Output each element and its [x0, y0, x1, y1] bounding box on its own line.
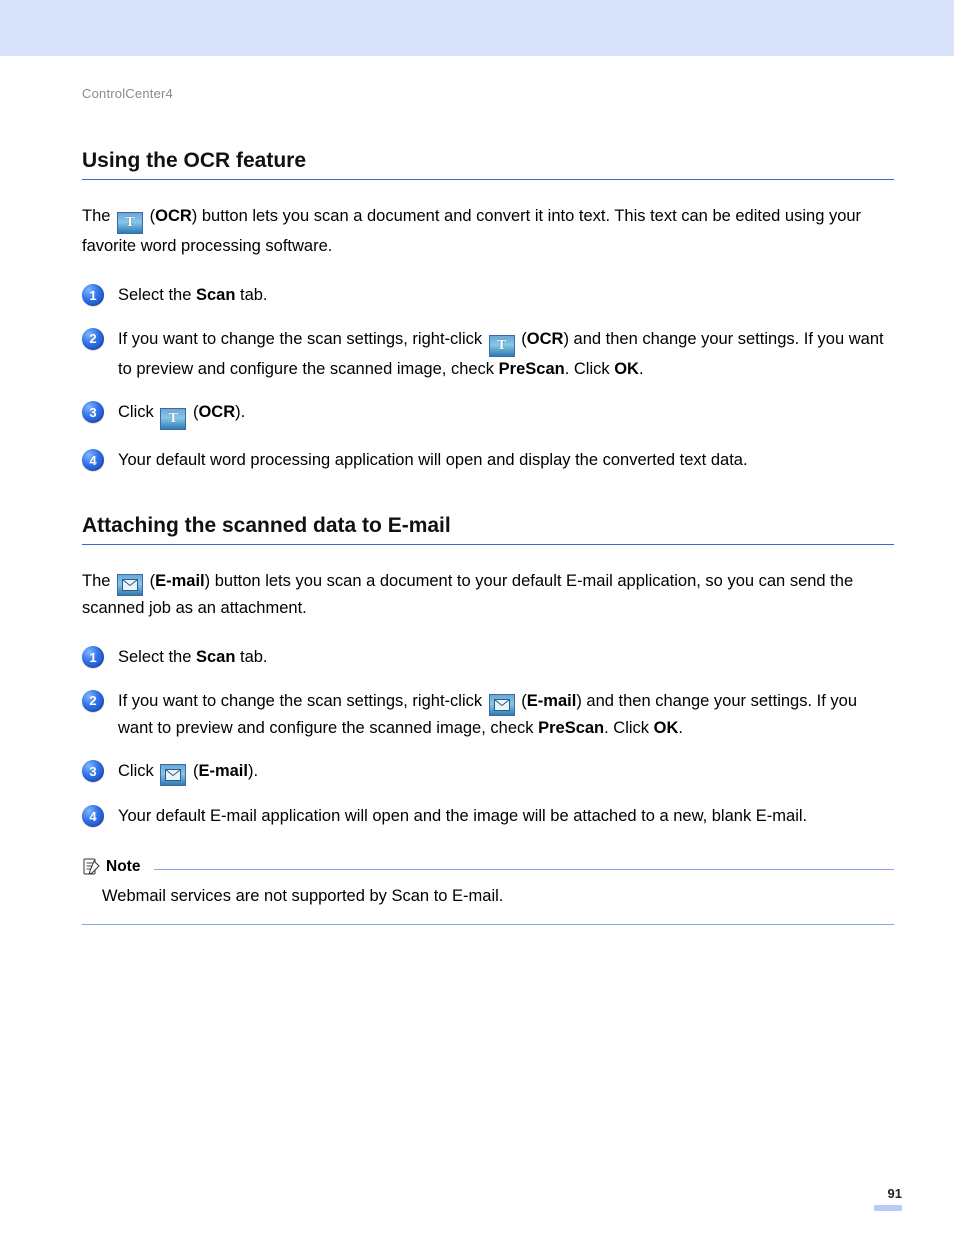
email-steps: 1 Select the Scan tab. 2 If you want to … [82, 645, 894, 830]
ocr-steps: 1 Select the Scan tab. 2 If you want to … [82, 283, 894, 473]
email-intro-paragraph: The (E-mail) button lets you scan a docu… [82, 569, 894, 622]
bold-text: Scan [196, 286, 235, 304]
text: ). [248, 762, 258, 780]
section-ocr-title: Using the OCR feature [82, 149, 894, 173]
note-body: Webmail services are not supported by Sc… [82, 876, 894, 924]
step-item: 2 If you want to change the scan setting… [82, 689, 894, 742]
text: ) button lets you scan a document and co… [82, 207, 861, 255]
step-bullet-icon: 1 [82, 284, 104, 306]
ocr-intro-paragraph: The T (OCR) button lets you scan a docum… [82, 204, 894, 259]
bold-text: PreScan [499, 360, 565, 378]
breadcrumb: ControlCenter4 [82, 86, 894, 101]
ocr-label: OCR [155, 207, 192, 225]
step-item: 1 Select the Scan tab. [82, 645, 894, 671]
note-label: Note [106, 858, 140, 876]
bold-text: E-mail [198, 762, 248, 780]
text: . Click [604, 719, 654, 737]
page-content: 4 ControlCenter4 Using the OCR feature T… [0, 56, 954, 955]
text: If you want to change the scan settings,… [118, 330, 487, 348]
step-text: Click T (OCR). [118, 400, 894, 430]
text: tab. [235, 286, 267, 304]
step-item: 3 Click T (OCR). [82, 400, 894, 430]
section-email-title: Attaching the scanned data to E-mail [82, 514, 894, 538]
top-band [0, 0, 954, 56]
bold-text: OK [654, 719, 679, 737]
step-bullet-icon: 3 [82, 401, 104, 423]
note-rule [154, 869, 894, 870]
step-item: 4 Your default E-mail application will o… [82, 804, 894, 830]
email-icon [160, 764, 186, 786]
text: . [639, 360, 644, 378]
bold-text: OK [614, 360, 639, 378]
ocr-icon: T [160, 408, 186, 430]
step-item: 3 Click (E-mail). [82, 759, 894, 786]
bold-text: OCR [527, 330, 564, 348]
footer: 91 [874, 1186, 902, 1211]
step-text: Click (E-mail). [118, 759, 894, 786]
text: The [82, 207, 115, 225]
email-label: E-mail [155, 572, 205, 590]
step-item: 2 If you want to change the scan setting… [82, 327, 894, 382]
footer-accent [874, 1205, 902, 1211]
text: Click [118, 762, 158, 780]
step-item: 4 Your default word processing applicati… [82, 448, 894, 474]
section-divider [82, 544, 894, 545]
step-bullet-icon: 4 [82, 805, 104, 827]
step-text: Your default word processing application… [118, 448, 894, 474]
step-text: Select the Scan tab. [118, 283, 894, 309]
bold-text: PreScan [538, 719, 604, 737]
page-number: 91 [874, 1186, 902, 1201]
ocr-icon: T [117, 212, 143, 234]
bold-text: E-mail [527, 692, 577, 710]
step-text: Your default E-mail application will ope… [118, 804, 894, 830]
step-bullet-icon: 4 [82, 449, 104, 471]
step-item: 1 Select the Scan tab. [82, 283, 894, 309]
section-divider [82, 179, 894, 180]
bold-text: OCR [198, 403, 235, 421]
note-icon [82, 858, 100, 876]
text: Select the [118, 648, 196, 666]
ocr-icon: T [489, 335, 515, 357]
email-icon [117, 574, 143, 596]
step-text: Select the Scan tab. [118, 645, 894, 671]
text: . [678, 719, 683, 737]
bold-text: Scan [196, 648, 235, 666]
note-block: Note Webmail services are not supported … [82, 858, 894, 925]
step-text: If you want to change the scan settings,… [118, 689, 894, 742]
step-bullet-icon: 1 [82, 646, 104, 668]
note-rule [82, 924, 894, 925]
step-bullet-icon: 3 [82, 760, 104, 782]
text: . Click [565, 360, 615, 378]
step-bullet-icon: 2 [82, 690, 104, 712]
text: tab. [235, 648, 267, 666]
text: Click [118, 403, 158, 421]
text: The [82, 572, 115, 590]
email-icon [489, 694, 515, 716]
text: If you want to change the scan settings,… [118, 692, 487, 710]
step-bullet-icon: 2 [82, 328, 104, 350]
text: Select the [118, 286, 196, 304]
step-text: If you want to change the scan settings,… [118, 327, 894, 382]
text: ). [235, 403, 245, 421]
